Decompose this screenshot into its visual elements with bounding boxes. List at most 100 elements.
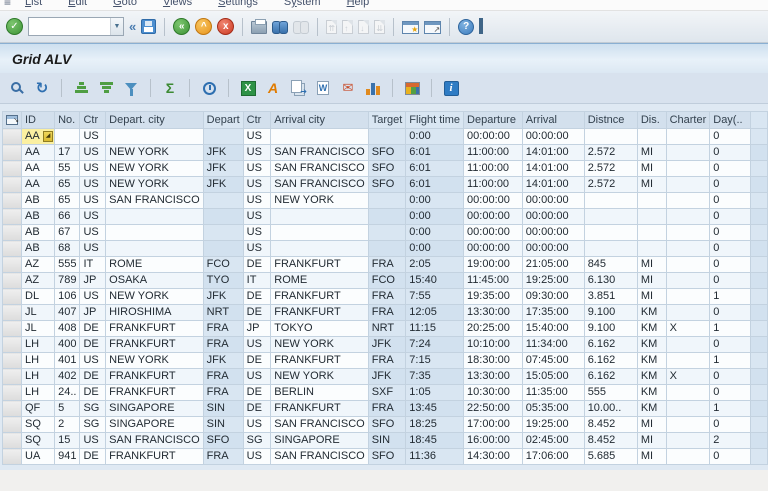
word-document-icon[interactable]: W	[314, 79, 332, 97]
grid-cell-distnce[interactable]	[584, 241, 637, 257]
grid-cell-depcity[interactable]: SAN FRANCISCO	[106, 433, 203, 449]
grid-cell-distnce[interactable]	[584, 129, 637, 145]
grid-cell-arrcity[interactable]	[271, 225, 368, 241]
grid-cell-ctr2[interactable]: US	[243, 193, 271, 209]
grid-cell-charter[interactable]	[666, 305, 710, 321]
grid-cell-distnce[interactable]: 3.851	[584, 289, 637, 305]
grid-cell-no[interactable]: 55	[55, 161, 80, 177]
grid-cell-ctr1[interactable]: JP	[80, 305, 106, 321]
menu-item-help[interactable]: Help	[347, 0, 370, 8]
grid-cell-no[interactable]: 400	[55, 337, 80, 353]
row-selector[interactable]	[3, 273, 22, 289]
grid-cell-id[interactable]: AB	[22, 241, 55, 257]
menu-item-system[interactable]: System	[284, 0, 321, 8]
grid-cell-no[interactable]: 401	[55, 353, 80, 369]
grid-cell-no[interactable]: 5	[55, 401, 80, 417]
grid-cell-depcity[interactable]: HIROSHIMA	[106, 305, 203, 321]
filter-icon[interactable]	[122, 79, 140, 97]
grid-cell-distnce[interactable]: 9.100	[584, 305, 637, 321]
grid-cell-id[interactable]: LH	[22, 385, 55, 401]
grid-cell-target[interactable]: NRT	[368, 321, 406, 337]
row-selector[interactable]	[3, 225, 22, 241]
grid-cell-dis[interactable]: KM	[637, 353, 666, 369]
grid-cell-ctr1[interactable]: US	[80, 209, 106, 225]
column-header-id[interactable]: ID	[22, 112, 55, 129]
grid-cell-charter[interactable]	[666, 417, 710, 433]
last-page-icon[interactable]: ⇊	[374, 20, 385, 34]
grid-cell-arrcity[interactable]: FRANKFURT	[271, 353, 368, 369]
grid-cell-day[interactable]: 0	[710, 241, 751, 257]
sort-descending-icon[interactable]	[97, 79, 115, 97]
grid-cell-ctr2[interactable]: DE	[243, 401, 271, 417]
grid-cell-charter[interactable]: X	[666, 321, 710, 337]
grid-cell-ctr1[interactable]: SG	[80, 417, 106, 433]
grid-cell-day[interactable]: 1	[710, 353, 751, 369]
grid-cell-charter[interactable]	[666, 449, 710, 465]
grid-cell-departure[interactable]: 00:00:00	[464, 225, 523, 241]
grid-cell-target[interactable]	[368, 129, 406, 145]
grid-cell-distnce[interactable]	[584, 193, 637, 209]
grid-cell-arrival[interactable]: 09:30:00	[522, 289, 584, 305]
grid-cell-depcity[interactable]	[106, 225, 203, 241]
grid-cell-day[interactable]: 2	[710, 433, 751, 449]
grid-cell-ftime[interactable]: 0:00	[406, 129, 464, 145]
grid-cell-arrcity[interactable]: FRANKFURT	[271, 257, 368, 273]
back-icon[interactable]: «	[173, 18, 190, 35]
grid-cell-ctr1[interactable]: US	[80, 225, 106, 241]
row-selector[interactable]	[3, 433, 22, 449]
grid-cell-arrival[interactable]: 02:45:00	[522, 433, 584, 449]
grid-cell-charter[interactable]	[666, 433, 710, 449]
row-selector[interactable]	[3, 177, 22, 193]
grid-cell-depart[interactable]: FRA	[203, 369, 243, 385]
grid-cell-departure[interactable]: 00:00:00	[464, 209, 523, 225]
send-icon[interactable]: ✉	[339, 79, 357, 97]
grid-cell-distnce[interactable]: 845	[584, 257, 637, 273]
grid-cell-no[interactable]: 408	[55, 321, 80, 337]
grid-cell-dis[interactable]	[637, 193, 666, 209]
grid-cell-id[interactable]: SQ	[22, 417, 55, 433]
grid-cell-target[interactable]: FRA	[368, 257, 406, 273]
row-selector[interactable]	[3, 353, 22, 369]
grid-cell-no[interactable]: 2	[55, 417, 80, 433]
grid-cell-depcity[interactable]	[106, 209, 203, 225]
grid-cell-depcity[interactable]: NEW YORK	[106, 177, 203, 193]
grid-cell-ctr1[interactable]: US	[80, 177, 106, 193]
grid-cell-no[interactable]: 65	[55, 177, 80, 193]
grid-cell-ctr2[interactable]: US	[243, 145, 271, 161]
grid-cell-dis[interactable]: MI	[637, 449, 666, 465]
grid-cell-id[interactable]: JL	[22, 305, 55, 321]
grid-cell-ftime[interactable]: 0:00	[406, 225, 464, 241]
grid-cell-arrcity[interactable]	[271, 241, 368, 257]
grid-cell-ctr1[interactable]: DE	[80, 385, 106, 401]
grid-cell-arrcity[interactable]: NEW YORK	[271, 369, 368, 385]
grid-cell-ftime[interactable]: 6:01	[406, 145, 464, 161]
grid-cell-ftime[interactable]: 7:15	[406, 353, 464, 369]
grid-cell-no[interactable]: 789	[55, 273, 80, 289]
grid-cell-target[interactable]	[368, 241, 406, 257]
grid-cell-id[interactable]: AA	[22, 161, 55, 177]
grid-cell-depart[interactable]: JFK	[203, 177, 243, 193]
grid-cell-ftime[interactable]: 6:01	[406, 177, 464, 193]
grid-cell-distnce[interactable]: 2.572	[584, 161, 637, 177]
grid-cell-departure[interactable]: 19:00:00	[464, 257, 523, 273]
grid-cell-ftime[interactable]: 18:25	[406, 417, 464, 433]
grid-cell-arrival[interactable]: 05:35:00	[522, 401, 584, 417]
grid-cell-departure[interactable]: 11:00:00	[464, 161, 523, 177]
grid-cell-ftime[interactable]: 12:05	[406, 305, 464, 321]
grid-cell-arrcity[interactable]: FRANKFURT	[271, 401, 368, 417]
grid-cell-departure[interactable]: 10:30:00	[464, 385, 523, 401]
grid-cell-charter[interactable]	[666, 177, 710, 193]
grid-cell-dis[interactable]: KM	[637, 385, 666, 401]
new-session-icon[interactable]: ★	[402, 21, 419, 34]
sum-icon[interactable]: Σ	[161, 79, 179, 97]
next-page-icon[interactable]: ↓	[358, 20, 369, 34]
grid-cell-distnce[interactable]: 6.130	[584, 273, 637, 289]
grid-cell-ctr2[interactable]: SG	[243, 433, 271, 449]
grid-cell-depart[interactable]: JFK	[203, 289, 243, 305]
grid-cell-arrcity[interactable]: SAN FRANCISCO	[271, 417, 368, 433]
grid-cell-depart[interactable]: JFK	[203, 145, 243, 161]
grid-cell-dis[interactable]: MI	[637, 433, 666, 449]
grid-cell-depart[interactable]	[203, 129, 243, 145]
grid-cell-ctr2[interactable]: DE	[243, 257, 271, 273]
excel-export-icon[interactable]: X	[239, 79, 257, 97]
